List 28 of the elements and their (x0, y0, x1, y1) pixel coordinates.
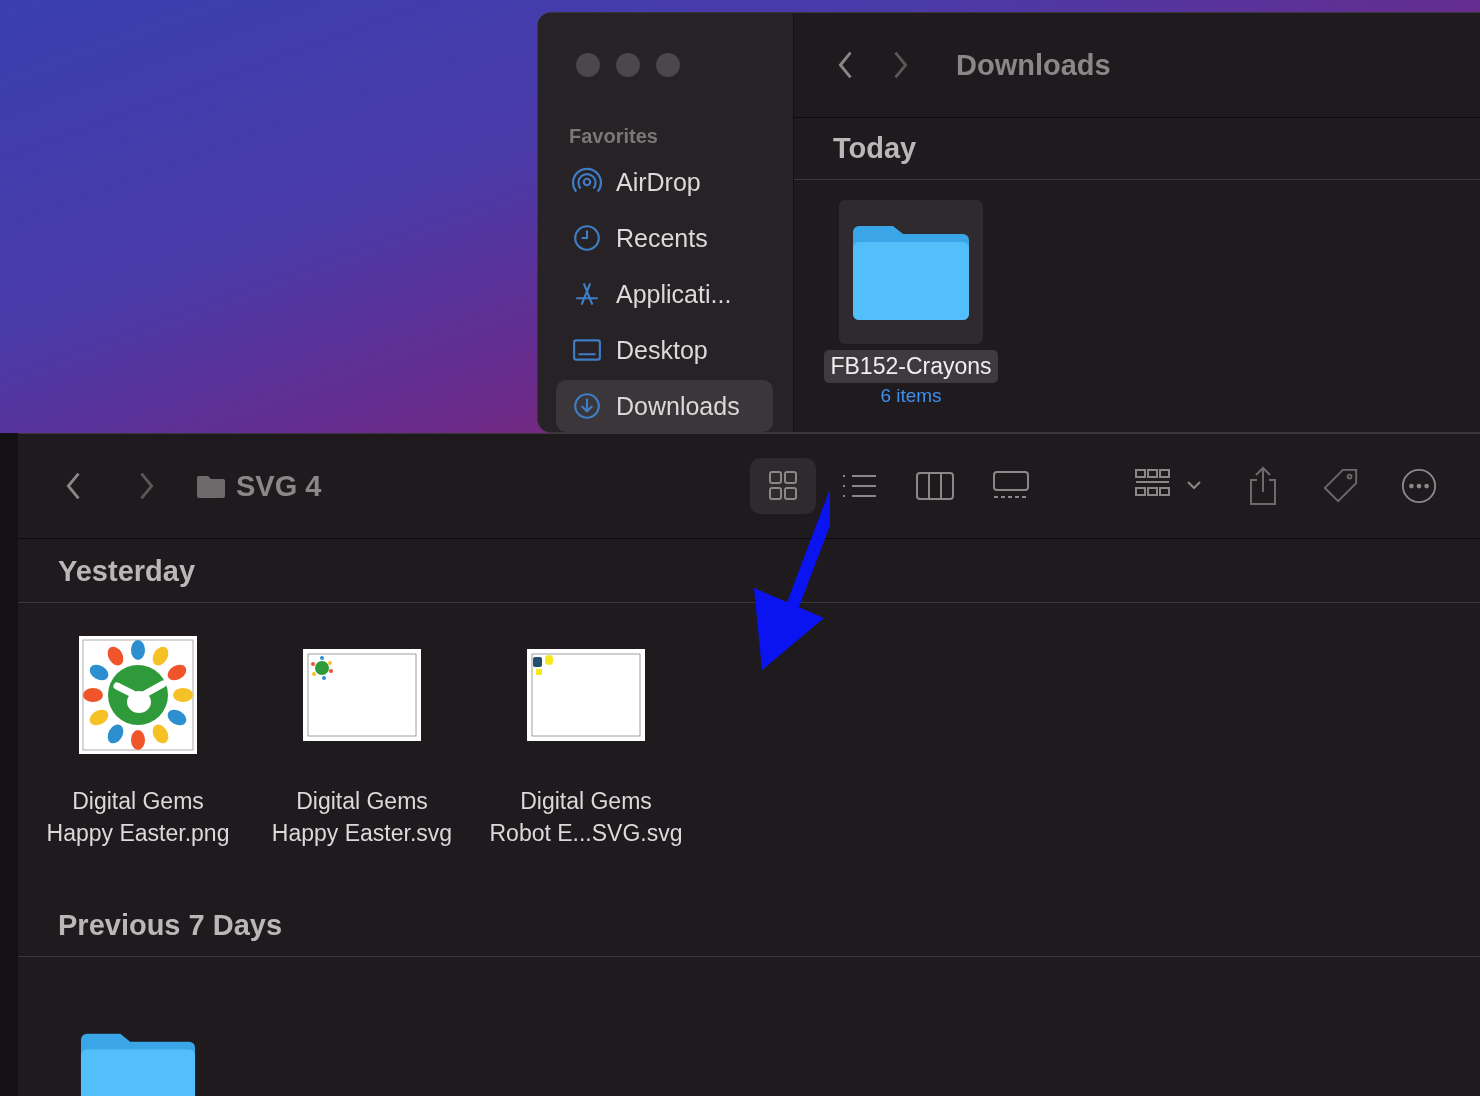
file-name[interactable]: Happy Easter.png (46, 817, 230, 849)
window-title: Downloads (956, 48, 1111, 82)
sidebar-item[interactable]: Desktop (556, 324, 773, 376)
image-thumbnail[interactable] (527, 649, 645, 741)
section-heading: Previous 7 Days (18, 893, 1480, 957)
sidebar-item[interactable]: Recents (556, 212, 773, 264)
clock-icon (572, 223, 602, 253)
sidebar-item[interactable]: Downloads (556, 380, 773, 432)
file-name[interactable]: Digital Gems (296, 785, 428, 817)
file-name[interactable]: Happy Easter.svg (271, 817, 453, 849)
sidebar-item[interactable]: AirDrop (556, 156, 773, 208)
columns-view-icon (915, 470, 955, 502)
file-name[interactable]: Digital Gems (520, 785, 652, 817)
sidebar-item[interactable]: Applicati... (556, 268, 773, 320)
item-count: 6 items (880, 385, 942, 407)
section-heading: Today (794, 118, 1480, 180)
view-icons-button[interactable] (750, 458, 816, 514)
easter-image-thumbnail[interactable] (79, 636, 197, 754)
folder-icon (196, 474, 226, 498)
file-name[interactable]: Robot E...SVG.svg (489, 817, 683, 849)
more-icon[interactable] (1400, 466, 1438, 506)
folder-tile[interactable] (839, 200, 983, 344)
image-thumbnail[interactable] (303, 649, 421, 741)
file-name[interactable]: Digital Gems (72, 785, 204, 817)
download-icon (572, 391, 602, 421)
folder-name[interactable]: FB152-Crayons (824, 350, 998, 383)
window-title: SVG 4 (236, 469, 322, 503)
sidebar-heading: Favorites (568, 124, 659, 149)
